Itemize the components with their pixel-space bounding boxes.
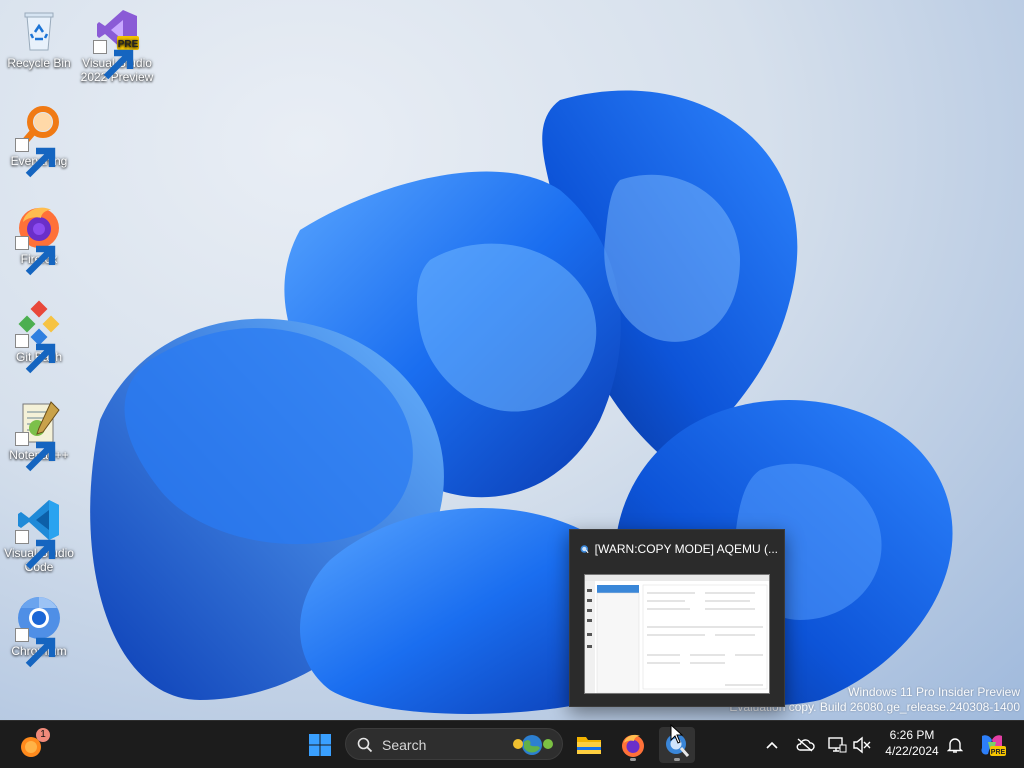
folder-icon bbox=[577, 737, 601, 754]
clock-time: 6:26 PM bbox=[889, 728, 935, 742]
volume-button[interactable] bbox=[849, 727, 875, 763]
preview-title-bar: [WARN:COPY MODE] AQEMU (... bbox=[580, 540, 778, 558]
search-label: Search bbox=[382, 737, 427, 753]
shortcut-arrow-icon bbox=[15, 334, 56, 374]
shortcut-arrow-icon bbox=[15, 138, 56, 178]
shortcut-arrow-icon bbox=[15, 530, 56, 570]
network-icon bbox=[828, 737, 847, 753]
onedrive-button[interactable] bbox=[790, 727, 820, 763]
network-button[interactable] bbox=[822, 727, 852, 763]
notification-badge: 1 bbox=[36, 728, 50, 742]
copilot-button[interactable]: PRE bbox=[974, 727, 1010, 763]
desktop-icon-recycle-bin[interactable]: Recycle Bin bbox=[1, 6, 77, 70]
taskbar-firefox[interactable] bbox=[615, 727, 651, 763]
show-hidden-icons-button[interactable] bbox=[757, 727, 787, 763]
mouse-cursor-icon bbox=[670, 724, 684, 744]
taskbar-search-box[interactable]: Search bbox=[345, 728, 563, 760]
system-clock[interactable]: 6:26 PM 4/22/2024 bbox=[880, 727, 944, 759]
desktop-icon-notepadpp[interactable]: Notepad++ bbox=[1, 398, 77, 472]
copilot-pre-badge: PRE bbox=[991, 749, 1006, 756]
widgets-button[interactable]: 1 bbox=[14, 727, 50, 763]
desktop-icon-vscode[interactable]: Visual Studio Code bbox=[1, 496, 77, 574]
cloud-offline-icon bbox=[796, 738, 815, 752]
taskbar-window-preview[interactable]: [WARN:COPY MODE] AQEMU (... bbox=[569, 529, 785, 707]
shortcut-arrow-icon bbox=[93, 40, 134, 80]
wallpaper-bloom bbox=[90, 90, 953, 714]
chromium-icon bbox=[15, 594, 63, 668]
copilot-icon: PRE bbox=[981, 735, 1006, 756]
notepadpp-icon bbox=[15, 398, 63, 472]
git-bash-icon bbox=[15, 300, 63, 374]
desktop-icon-git-bash[interactable]: Git Bash bbox=[1, 300, 77, 374]
desktop-icon-firefox[interactable]: Firefox bbox=[1, 202, 77, 276]
windows-logo-icon bbox=[309, 734, 331, 756]
desktop[interactable]: Recycle Bin PRE Visual Studio 2022 Previ… bbox=[0, 0, 1024, 720]
firefox-icon bbox=[15, 202, 63, 276]
notifications-button[interactable] bbox=[940, 727, 970, 763]
taskbar-file-explorer[interactable] bbox=[571, 727, 607, 763]
running-indicator bbox=[674, 758, 680, 761]
shortcut-arrow-icon bbox=[15, 432, 56, 472]
volume-muted-icon bbox=[853, 736, 871, 754]
clock-date: 4/22/2024 bbox=[885, 744, 939, 758]
shortcut-arrow-icon bbox=[15, 236, 56, 276]
recycle-bin-icon bbox=[15, 6, 63, 54]
window-thumbnail-image bbox=[585, 575, 769, 693]
shortcut-arrow-icon bbox=[15, 628, 56, 668]
desktop-icon-visual-studio-preview[interactable]: PRE Visual Studio 2022 Preview bbox=[79, 6, 155, 84]
vscode-icon bbox=[15, 496, 63, 570]
preview-title: [WARN:COPY MODE] AQEMU (... bbox=[594, 542, 778, 556]
desktop-icon-chromium[interactable]: Chromium bbox=[1, 594, 77, 668]
everything-search-icon bbox=[15, 104, 63, 178]
search-highlight-icon bbox=[513, 735, 553, 755]
visual-studio-preview-icon: PRE bbox=[93, 6, 141, 80]
aqemu-app-icon bbox=[580, 545, 589, 554]
start-button[interactable] bbox=[302, 727, 338, 763]
chevron-up-icon bbox=[766, 741, 778, 749]
desktop-icon-label: Recycle Bin bbox=[7, 56, 71, 70]
preview-thumbnail[interactable] bbox=[584, 574, 770, 694]
search-icon bbox=[357, 737, 373, 753]
bell-icon bbox=[947, 738, 963, 753]
taskbar: 1 Search 6:26 PM 4/22/2024 PRE bbox=[0, 720, 1024, 768]
running-indicator bbox=[630, 758, 636, 761]
firefox-taskbar-icon bbox=[622, 734, 644, 757]
desktop-icon-everything[interactable]: Everything bbox=[1, 104, 77, 178]
